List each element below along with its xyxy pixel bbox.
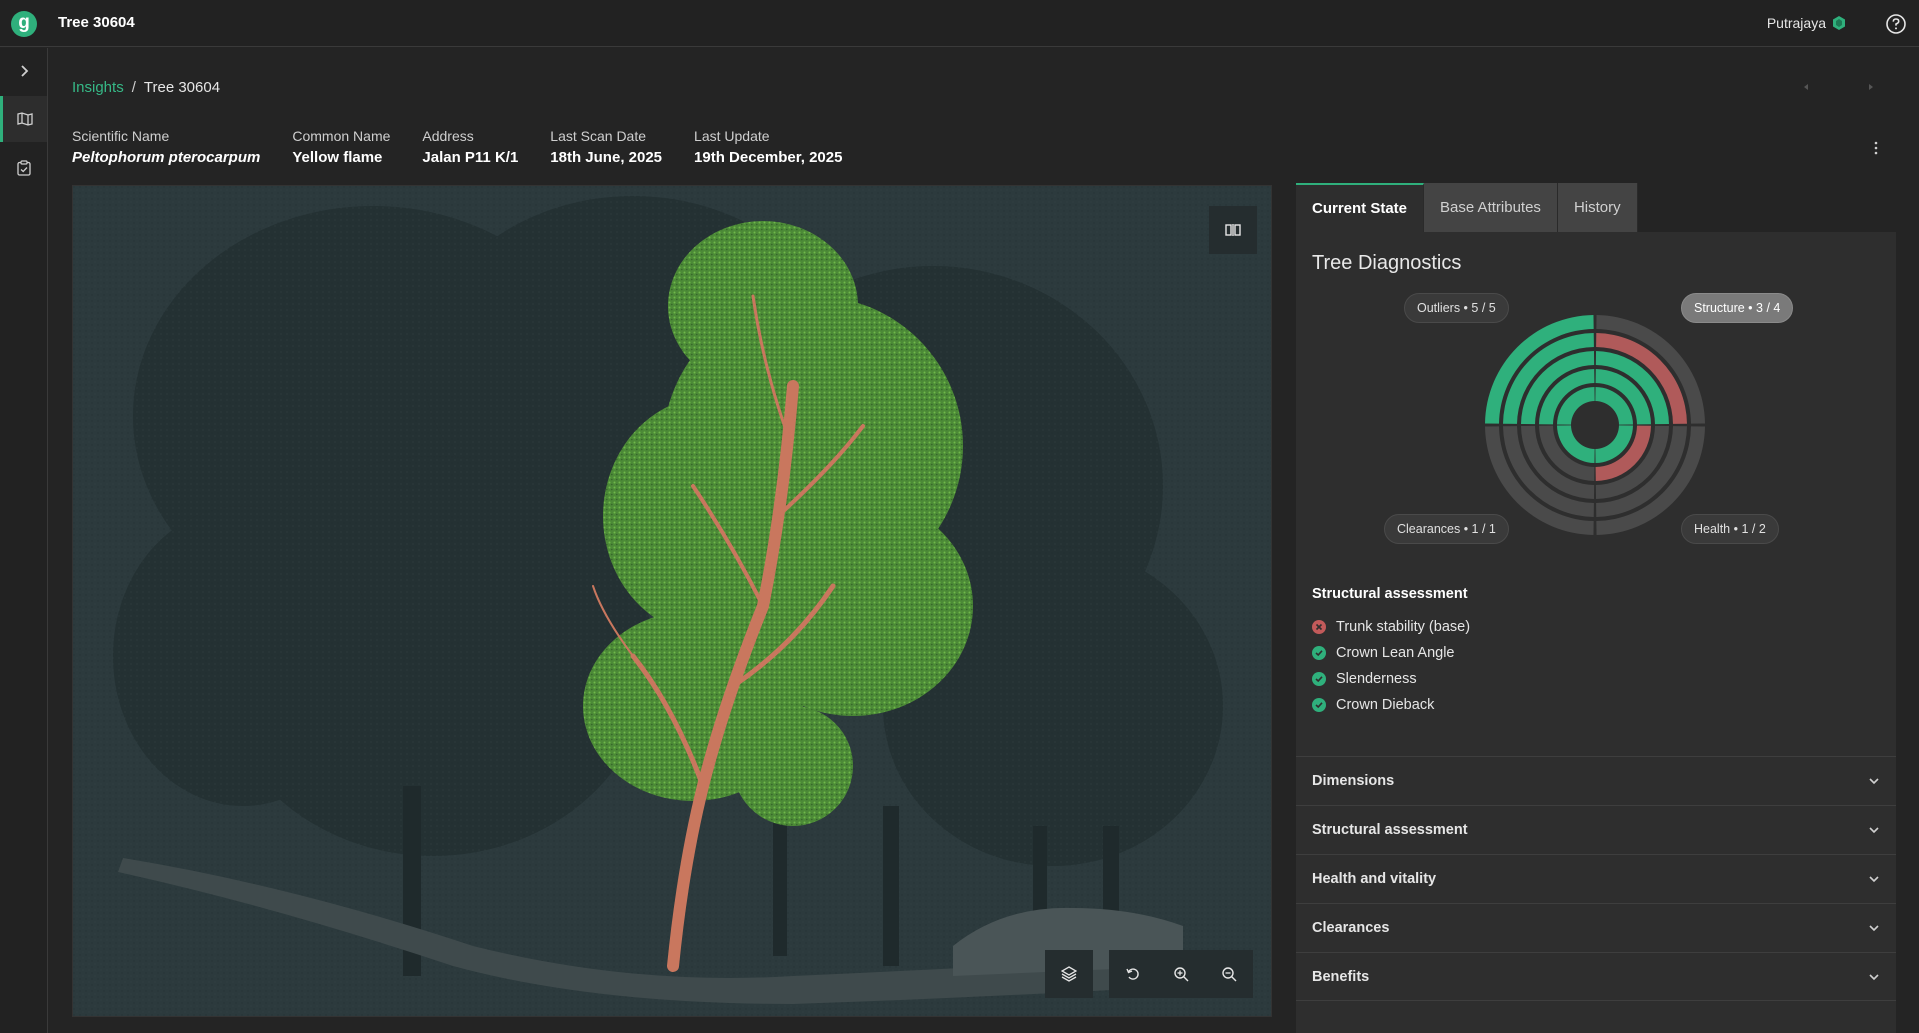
help-icon[interactable] xyxy=(1885,13,1907,35)
layers-icon xyxy=(1061,966,1077,982)
breadcrumb-current: Tree 30604 xyxy=(143,79,221,96)
structure-pill[interactable]: Structure • 3 / 4 xyxy=(1681,293,1794,323)
chevron-down-icon xyxy=(1869,973,1879,980)
check-icon xyxy=(1312,698,1326,712)
meta-value: 18th June, 2025 xyxy=(550,149,663,166)
top-bar: g Tree 30604 Putrajaya xyxy=(0,0,1919,47)
assessment-label: Trunk stability (base) xyxy=(1336,619,1471,635)
chevron-right-icon xyxy=(20,65,28,77)
app-logo[interactable]: g xyxy=(11,11,37,37)
map-icon xyxy=(17,112,33,126)
accordion-label: Health and vitality xyxy=(1312,871,1437,887)
split-view-button[interactable] xyxy=(1209,206,1257,254)
clearances-pill[interactable]: Clearances • 1 / 1 xyxy=(1384,514,1509,544)
check-icon xyxy=(1312,672,1326,686)
meta-value: Jalan P11 K/1 xyxy=(422,149,519,166)
meta-value: Yellow flame xyxy=(292,149,383,166)
diagnostics-radial-chart xyxy=(1485,315,1705,535)
tree-diagnostics-title: Tree Diagnostics xyxy=(1312,252,1462,274)
sidebar-item-tasks[interactable] xyxy=(0,145,47,191)
tab-bar: Current State Base Attributes History xyxy=(1296,183,1638,232)
accordion-label: Clearances xyxy=(1312,920,1390,936)
assessment-label: Slenderness xyxy=(1336,671,1417,687)
check-icon xyxy=(1312,646,1326,660)
page-title: Tree 30604 xyxy=(58,14,135,31)
tab-history[interactable]: History xyxy=(1557,183,1638,232)
structural-assessment-title: Structural assessment xyxy=(1312,586,1468,602)
sidebar-toggle-button[interactable] xyxy=(0,48,47,94)
zoom-in-icon xyxy=(1174,967,1189,982)
accordion-label: Structural assessment xyxy=(1312,822,1468,838)
next-tree-icon[interactable] xyxy=(1865,80,1877,94)
structural-assessment-list: Trunk stability (base) Crown Lean Angle … xyxy=(1312,614,1470,718)
rotate-ccw-icon xyxy=(1126,968,1139,980)
chart-center xyxy=(1573,403,1617,447)
outliers-pill[interactable]: Outliers • 5 / 5 xyxy=(1404,293,1509,323)
clipboard-check-icon xyxy=(16,160,31,176)
zoom-out-button[interactable] xyxy=(1205,950,1253,998)
previous-tree-icon[interactable] xyxy=(1800,80,1812,94)
split-view-icon xyxy=(1225,224,1241,236)
accordion-label: Benefits xyxy=(1312,968,1370,985)
more-options-icon[interactable] xyxy=(1873,140,1879,156)
details-accordion: Dimensions Structural assessment Health … xyxy=(1296,756,1896,1001)
breadcrumb-separator: / xyxy=(131,79,136,96)
accordion-benefits[interactable]: Benefits xyxy=(1296,952,1896,1001)
accordion-health-and-vitality[interactable]: Health and vitality xyxy=(1296,854,1896,903)
city-selector[interactable]: Putrajaya xyxy=(1767,15,1826,31)
meta-last-scan-date: Last Scan Date 18th June, 2025 xyxy=(550,128,662,166)
health-pill[interactable]: Health • 1 / 2 xyxy=(1681,514,1779,544)
assessment-label: Crown Dieback xyxy=(1336,697,1435,713)
tab-base-attributes[interactable]: Base Attributes xyxy=(1424,183,1558,232)
chevron-down-icon xyxy=(1869,876,1879,883)
layers-button[interactable] xyxy=(1045,950,1093,998)
meta-scientific-name: Scientific Name Peltophorum pterocarpum xyxy=(72,128,260,166)
tab-current-state[interactable]: Current State xyxy=(1296,183,1425,232)
point-cloud-viewer[interactable] xyxy=(72,185,1272,1017)
meta-address: Address Jalan P11 K/1 xyxy=(422,128,518,166)
breadcrumb-insights-link[interactable]: Insights xyxy=(72,79,124,96)
side-rail xyxy=(0,48,48,1033)
meta-label: Last Update xyxy=(694,128,770,144)
meta-label: Common Name xyxy=(292,128,391,144)
accordion-label: Dimensions xyxy=(1312,773,1395,789)
list-item: Slenderness xyxy=(1312,666,1470,692)
chevron-down-icon xyxy=(1869,778,1879,785)
city-emblem-icon[interactable] xyxy=(1832,16,1846,30)
list-item: Crown Dieback xyxy=(1312,692,1470,718)
list-item: Crown Lean Angle xyxy=(1312,640,1470,666)
accordion-dimensions[interactable]: Dimensions xyxy=(1296,756,1896,805)
meta-value: Peltophorum pterocarpum xyxy=(72,149,261,166)
fail-icon xyxy=(1312,620,1326,634)
meta-value: 19th December, 2025 xyxy=(694,149,843,166)
sidebar-item-map[interactable] xyxy=(0,96,47,142)
list-item: Trunk stability (base) xyxy=(1312,614,1470,640)
chevron-down-icon xyxy=(1869,925,1879,932)
tree-details-panel: Current State Base Attributes History Tr… xyxy=(1296,183,1896,1033)
chevron-down-icon xyxy=(1869,827,1879,834)
zoom-out-icon xyxy=(1222,967,1237,982)
accordion-clearances[interactable]: Clearances xyxy=(1296,903,1896,952)
meta-label: Address xyxy=(422,128,474,144)
zoom-in-button[interactable] xyxy=(1157,950,1205,998)
meta-common-name: Common Name Yellow flame xyxy=(292,128,390,166)
breadcrumb: Insights / Tree 30604 xyxy=(72,79,220,96)
tree-point-cloud-image xyxy=(73,186,1271,1016)
accordion-structural-assessment[interactable]: Structural assessment xyxy=(1296,805,1896,854)
current-state-content: Tree Diagnostics Outliers • 5 / 5 Struct… xyxy=(1296,232,1896,1033)
tree-meta: Scientific Name Peltophorum pterocarpum … xyxy=(72,128,874,166)
meta-label: Last Scan Date xyxy=(550,128,647,144)
meta-last-update: Last Update 19th December, 2025 xyxy=(694,128,842,166)
reset-view-button[interactable] xyxy=(1109,950,1157,998)
assessment-label: Crown Lean Angle xyxy=(1336,645,1455,661)
meta-label: Scientific Name xyxy=(72,128,170,144)
